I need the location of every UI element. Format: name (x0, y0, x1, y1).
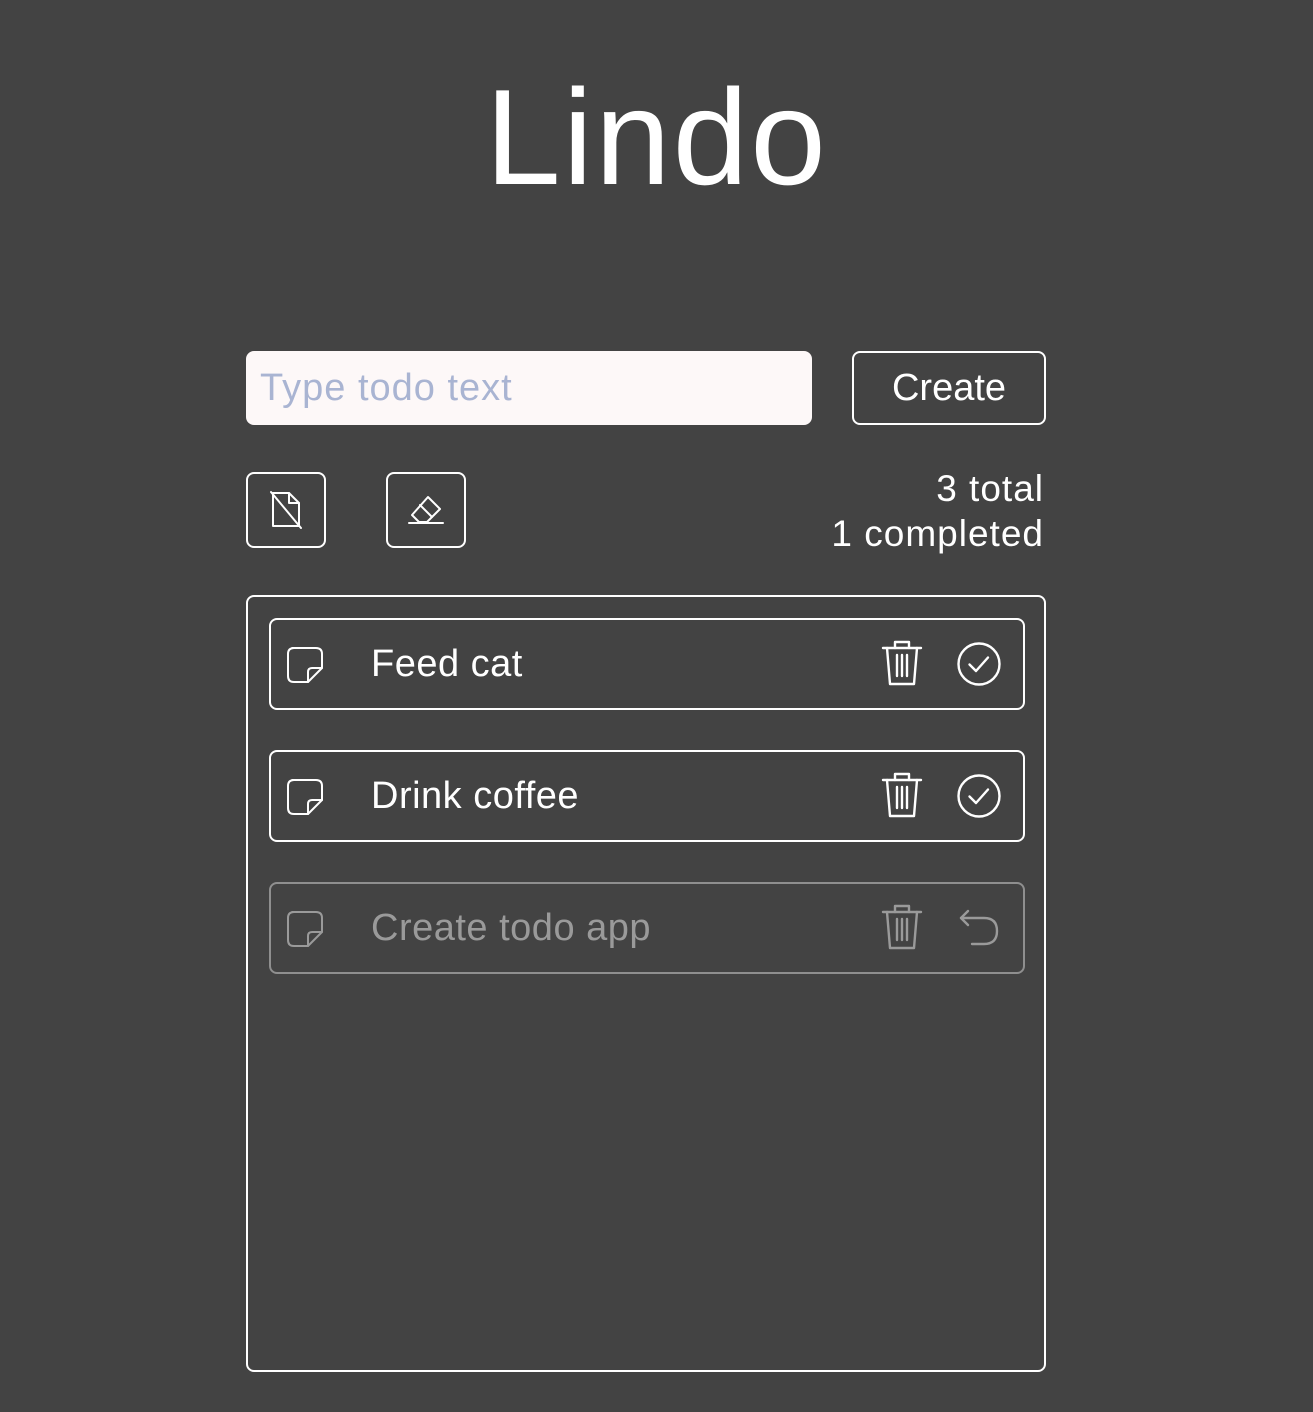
undo-button[interactable] (955, 904, 1003, 952)
undo-icon (956, 905, 1002, 951)
complete-button[interactable] (955, 772, 1003, 820)
todo-text-input[interactable] (246, 351, 812, 425)
erase-completed-button[interactable] (386, 472, 466, 548)
todo-item: Create todo app (269, 882, 1025, 974)
sticky-note-icon (286, 646, 324, 684)
todo-item: Feed cat (269, 618, 1025, 710)
sticky-note-icon (286, 778, 324, 816)
todo-text: Drink coffee (371, 775, 580, 817)
delete-button[interactable] (879, 638, 925, 688)
delete-button[interactable] (879, 902, 925, 952)
clear-all-button[interactable] (246, 472, 326, 548)
todo-text: Feed cat (371, 643, 523, 685)
app-title: Lindo (485, 61, 828, 213)
todo-list: Feed cat Drink coffee Create todo app (246, 595, 1046, 1372)
check-circle-icon (956, 773, 1002, 819)
eraser-icon (405, 492, 447, 528)
completed-count: 1 completed (831, 513, 1044, 554)
trash-icon (881, 903, 923, 951)
trash-icon (881, 639, 923, 687)
delete-button[interactable] (879, 770, 925, 820)
create-button[interactable]: Create (852, 351, 1046, 425)
check-circle-icon (956, 641, 1002, 687)
note-slash-icon (266, 489, 306, 531)
total-count: 3 total (936, 468, 1044, 509)
complete-button[interactable] (955, 640, 1003, 688)
todo-item: Drink coffee (269, 750, 1025, 842)
todo-stats: 3 total 1 completed (831, 466, 1044, 556)
todo-text: Create todo app (371, 907, 652, 949)
trash-icon (881, 771, 923, 819)
sticky-note-icon (286, 910, 324, 948)
